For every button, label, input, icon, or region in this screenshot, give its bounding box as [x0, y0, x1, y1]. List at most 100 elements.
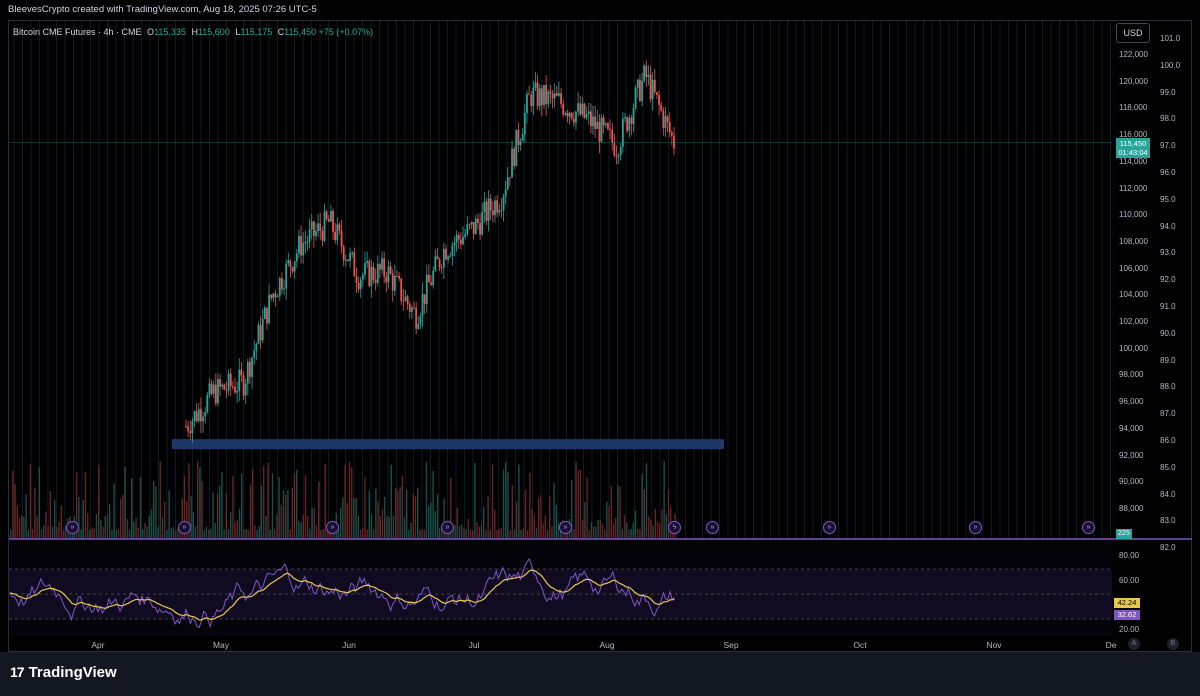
volume-bar — [617, 484, 619, 538]
volume-bar — [465, 528, 467, 538]
candle-body — [521, 134, 524, 141]
volume-bar — [199, 467, 201, 538]
candle-body — [421, 294, 424, 317]
volume-bar — [175, 529, 177, 538]
candle-body — [651, 79, 654, 100]
candle-body — [374, 279, 377, 283]
candle-body — [649, 74, 652, 100]
volume-bar — [485, 529, 487, 538]
volume-bar — [309, 528, 311, 538]
volume-bar — [513, 529, 516, 538]
volume-bar — [210, 528, 212, 538]
volume-bar — [122, 494, 124, 538]
candle-body — [553, 93, 556, 99]
candle-body — [653, 79, 656, 93]
candle-body — [355, 276, 358, 283]
tradingview-logo[interactable]: 17 TradingView — [10, 664, 117, 681]
volume-bar — [104, 516, 106, 538]
economic-event-icon[interactable]: » — [178, 521, 191, 534]
economic-event-icon[interactable]: » — [559, 521, 572, 534]
candle-body — [466, 224, 469, 235]
volume-bar — [115, 529, 117, 538]
volume-bar — [93, 528, 95, 538]
volume-bar — [436, 494, 439, 538]
economic-event-icon[interactable]: » — [969, 521, 982, 534]
candle-body — [353, 252, 356, 277]
symbol-legend[interactable]: Bitcoin CME Futures · 4h · CME O115,335 … — [13, 27, 373, 37]
symbol-title[interactable]: Bitcoin CME Futures · 4h · CME — [13, 27, 142, 37]
volume-bar — [608, 505, 610, 538]
volume-bar — [593, 526, 595, 538]
volume-bar — [78, 496, 80, 538]
candle-body — [673, 135, 675, 149]
volume-bar — [524, 489, 527, 538]
volume-bar — [395, 487, 397, 538]
volume-bar — [137, 527, 139, 538]
candle-body — [526, 94, 528, 113]
candle-body — [319, 223, 322, 231]
time-axis-label: De — [1105, 640, 1117, 650]
volume-bar — [375, 488, 377, 538]
candle-body — [417, 323, 420, 329]
candle-body — [257, 324, 260, 344]
price-axis-label: 96,000 — [1119, 397, 1144, 407]
candle-body — [589, 111, 592, 127]
auto-scale-button[interactable]: A — [1128, 638, 1140, 650]
secondary-axis-label: 93.0 — [1160, 248, 1176, 258]
volume-bar — [410, 522, 412, 538]
volume-bar — [595, 526, 597, 538]
candle-body — [325, 211, 328, 219]
volume-bar — [142, 529, 144, 538]
economic-event-icon[interactable]: » — [1082, 521, 1095, 534]
volume-bar — [502, 469, 505, 538]
volume-bar — [663, 461, 665, 538]
candle-body — [400, 278, 403, 301]
volume-bar — [403, 517, 406, 538]
candle-body — [455, 234, 458, 243]
economic-event-icon[interactable]: » — [823, 521, 836, 534]
price-axis-label: 88,000 — [1119, 503, 1144, 513]
volume-bar — [313, 508, 315, 538]
candle-body — [664, 116, 667, 128]
candle-body — [434, 256, 437, 271]
volume-bar — [386, 515, 388, 538]
lightning-event-icon[interactable]: ϟ — [668, 521, 681, 534]
volume-bar — [236, 519, 238, 538]
candle-body — [611, 129, 614, 143]
economic-event-icon[interactable]: » — [706, 521, 719, 534]
volume-bar — [111, 529, 113, 538]
volume-bar — [425, 462, 428, 538]
volume-bar — [219, 486, 221, 538]
volume-bar — [150, 509, 153, 538]
candle-body — [491, 210, 494, 216]
volume-bar — [533, 515, 535, 538]
candle-body — [208, 383, 211, 396]
volume-bar — [496, 529, 498, 538]
volume-bar — [135, 517, 137, 538]
currency-button[interactable]: USD — [1116, 23, 1150, 43]
candle-body — [193, 411, 196, 422]
volume-bar — [148, 516, 150, 538]
candle-body — [321, 230, 324, 241]
candle-body — [436, 256, 439, 260]
candle-body — [643, 65, 646, 81]
volume-bar — [652, 525, 654, 538]
candle-body — [391, 273, 394, 291]
close-value: 115,450 — [284, 27, 317, 37]
volume-bar — [632, 522, 634, 538]
volume-bar — [25, 494, 27, 538]
volume-bar — [379, 516, 381, 538]
chart-canvas[interactable] — [0, 0, 1200, 652]
volume-bar — [133, 521, 135, 538]
economic-event-icon[interactable]: » — [441, 521, 454, 534]
log-scale-button[interactable]: B — [1167, 638, 1179, 650]
volume-bar — [423, 529, 425, 538]
economic-event-icon[interactable]: » — [66, 521, 79, 534]
last-price: 115,450 — [1119, 139, 1147, 148]
economic-event-icon[interactable]: » — [326, 521, 339, 534]
candle-body — [615, 155, 618, 157]
volume-bar — [238, 508, 241, 538]
candle-body — [472, 222, 475, 235]
candle-body — [532, 88, 535, 107]
candle-body — [498, 210, 501, 213]
